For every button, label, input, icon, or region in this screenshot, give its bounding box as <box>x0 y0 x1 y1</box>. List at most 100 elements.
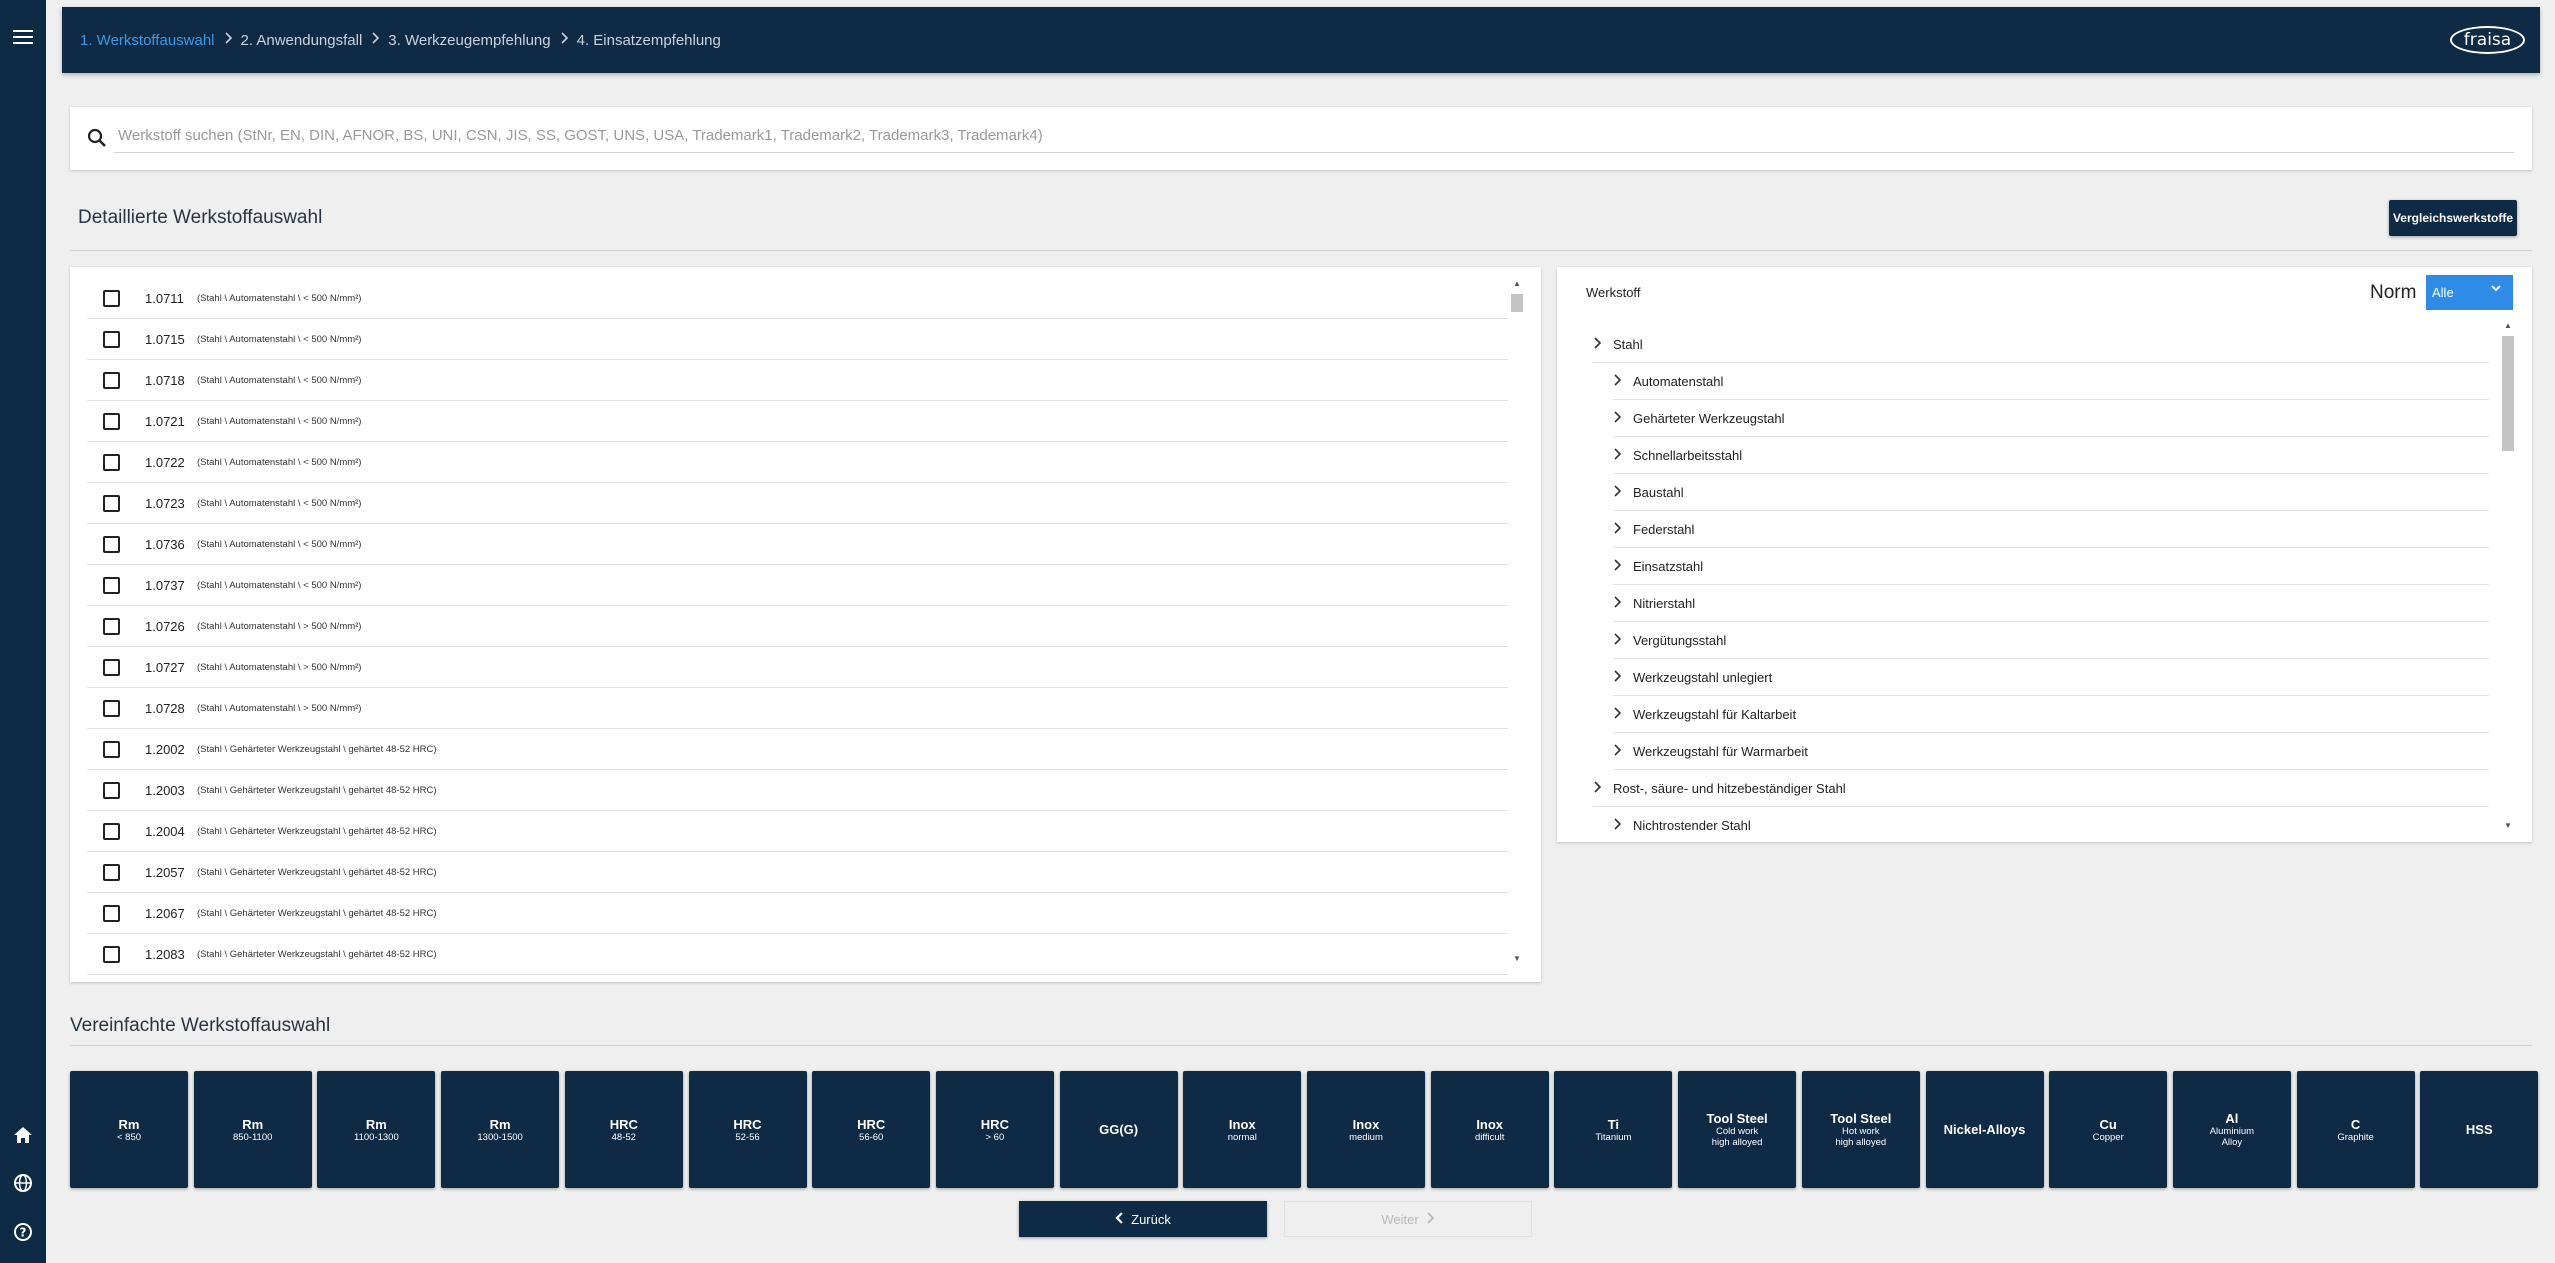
material-row[interactable]: 1.0715 (Stahl \ Automatenstahl \ < 500 N/… <box>87 319 1508 360</box>
material-row[interactable]: 1.0728 (Stahl \ Automatenstahl \ > 500 N/… <box>87 688 1508 729</box>
norm-select[interactable]: Alle <box>2426 275 2513 310</box>
material-tile[interactable]: Rm 1100-1300 <box>317 1071 436 1188</box>
material-row[interactable]: 1.0736 (Stahl \ Automatenstahl \ < 500 N/… <box>87 524 1508 565</box>
material-checkbox[interactable] <box>103 945 120 963</box>
material-row[interactable]: 1.2004 (Stahl \ Gehärteter Werkzeugstahl … <box>87 811 1508 852</box>
scroll-down-icon[interactable]: ▼ <box>2504 821 2512 830</box>
material-row[interactable]: 1.0721 (Stahl \ Automatenstahl \ < 500 N/… <box>87 401 1508 442</box>
material-checkbox[interactable] <box>103 453 120 471</box>
tree-item[interactable]: Nichtrostender Stahl <box>1613 807 2489 842</box>
material-tile[interactable]: GG(G) <box>1059 1071 1178 1188</box>
tree-item-label: Baustahl <box>1633 484 1684 500</box>
material-row[interactable]: 1.0723 (Stahl \ Automatenstahl \ < 500 N/… <box>87 483 1508 524</box>
material-checkbox[interactable] <box>103 289 120 307</box>
material-checkbox[interactable] <box>103 904 120 922</box>
tree-item[interactable]: Automatenstahl <box>1613 363 2489 400</box>
breadcrumb-step-2[interactable]: 2. Anwendungsfall <box>241 32 363 49</box>
material-row[interactable]: 1.0727 (Stahl \ Automatenstahl \ > 500 N/… <box>87 647 1508 688</box>
material-tile[interactable]: Ti Titanium <box>1554 1071 1673 1188</box>
scroll-thumb[interactable] <box>1511 294 1523 312</box>
material-row[interactable]: 1.2003 (Stahl \ Gehärteter Werkzeugstahl … <box>87 770 1508 811</box>
material-checkbox[interactable] <box>103 412 120 430</box>
material-row[interactable]: 1.2002 (Stahl \ Gehärteter Werkzeugstahl … <box>87 729 1508 770</box>
material-path: (Stahl \ Gehärteter Werkzeugstahl \ gehä… <box>197 743 437 755</box>
breadcrumb-step-3[interactable]: 3. Werkzeugempfehlung <box>388 32 550 49</box>
tile-subtitle: 52-56 <box>735 1131 760 1143</box>
tree-item[interactable]: Werkzeugstahl unlegiert <box>1613 659 2489 696</box>
help-icon[interactable]: ? <box>8 1217 38 1247</box>
material-checkbox[interactable] <box>103 535 120 553</box>
tree-item[interactable]: Baustahl <box>1613 474 2489 511</box>
material-tile[interactable]: Rm 1300-1500 <box>441 1071 560 1188</box>
material-checkbox[interactable] <box>103 494 120 512</box>
tree-item[interactable]: Werkzeugstahl für Kaltarbeit <box>1613 696 2489 733</box>
material-row[interactable]: 1.0718 (Stahl \ Automatenstahl \ < 500 N/… <box>87 360 1508 401</box>
material-tile[interactable]: Tool Steel Hot work high alloyed <box>1801 1071 1920 1188</box>
material-tile[interactable]: HSS <box>2420 1071 2539 1188</box>
breadcrumb-step-4[interactable]: 4. Einsatzempfehlung <box>577 32 721 49</box>
material-tile[interactable]: Inox difficult <box>1430 1071 1549 1188</box>
tree-item[interactable]: Rost-, säure- und hitzebeständiger Stahl <box>1593 770 2489 807</box>
back-button[interactable]: Zurück <box>1019 1201 1267 1237</box>
material-tile[interactable]: HRC 52-56 <box>688 1071 807 1188</box>
material-tile[interactable]: Tool Steel Cold work high alloyed <box>1678 1071 1797 1188</box>
material-row[interactable]: 1.2057 (Stahl \ Gehärteter Werkzeugstahl … <box>87 852 1508 893</box>
material-row[interactable]: 1.0737 (Stahl \ Automatenstahl \ < 500 N/… <box>87 565 1508 606</box>
material-checkbox[interactable] <box>103 822 120 840</box>
material-row[interactable]: 1.2067 (Stahl \ Gehärteter Werkzeugstahl … <box>87 893 1508 934</box>
chevron-right-icon <box>1613 706 1633 722</box>
tree-scrollbar[interactable]: ▲ ▼ <box>2502 321 2514 831</box>
scroll-down-icon[interactable]: ▼ <box>1513 954 1521 963</box>
material-tile[interactable]: Nickel-Alloys <box>1925 1071 2044 1188</box>
material-row[interactable]: 1.2083 (Stahl \ Gehärteter Werkzeugstahl … <box>87 934 1508 975</box>
home-icon[interactable] <box>8 1120 38 1150</box>
material-checkbox[interactable] <box>103 576 120 594</box>
material-number: 1.2002 <box>145 741 185 757</box>
tree-item[interactable]: Federstahl <box>1613 511 2489 548</box>
tree-item[interactable]: Vergütungsstahl <box>1613 622 2489 659</box>
next-button[interactable]: Weiter <box>1284 1201 1532 1237</box>
material-tile[interactable]: Rm 850-1100 <box>193 1071 312 1188</box>
material-tile[interactable]: Cu Copper <box>2049 1071 2168 1188</box>
material-checkbox[interactable] <box>103 740 120 758</box>
tree-item[interactable]: Gehärteter Werkzeugstahl <box>1613 400 2489 437</box>
material-tile[interactable]: HRC > 60 <box>935 1071 1054 1188</box>
breadcrumb-step-1[interactable]: 1. Werkstoffauswahl <box>80 32 215 49</box>
tree-item[interactable]: Einsatzstahl <box>1613 548 2489 585</box>
search-input[interactable] <box>114 119 2514 153</box>
material-tile[interactable]: Inox normal <box>1183 1071 1302 1188</box>
material-checkbox[interactable] <box>103 781 120 799</box>
material-tile[interactable]: C Graphite <box>2296 1071 2415 1188</box>
scroll-thumb[interactable] <box>2502 336 2514 451</box>
material-tile[interactable]: HRC 48-52 <box>564 1071 683 1188</box>
tree-item[interactable]: Nitrierstahl <box>1613 585 2489 622</box>
material-row[interactable]: 1.0722 (Stahl \ Automatenstahl \ < 500 N/… <box>87 442 1508 483</box>
material-tile[interactable]: Rm < 850 <box>70 1071 188 1188</box>
tree-item[interactable]: Stahl <box>1593 326 2489 363</box>
material-checkbox[interactable] <box>103 699 120 717</box>
material-checkbox[interactable] <box>103 330 120 348</box>
material-checkbox[interactable] <box>103 617 120 635</box>
globe-icon[interactable] <box>8 1168 38 1198</box>
scroll-up-icon[interactable]: ▲ <box>1513 279 1521 288</box>
material-checkbox[interactable] <box>103 658 120 676</box>
material-checkbox[interactable] <box>103 863 120 881</box>
compare-materials-button[interactable]: Vergleichswerkstoffe <box>2389 200 2517 236</box>
scroll-up-icon[interactable]: ▲ <box>2504 321 2512 330</box>
tree-item-label: Werkzeugstahl unlegiert <box>1633 669 1773 685</box>
breadcrumb: 1. Werkstoffauswahl 2. Anwendungsfall 3. W… <box>80 7 721 73</box>
tile-subtitle: normal <box>1227 1131 1257 1143</box>
material-tile[interactable]: Inox medium <box>1307 1071 1425 1188</box>
material-tile[interactable]: HRC 56-60 <box>812 1071 931 1188</box>
material-checkbox[interactable] <box>103 371 120 389</box>
material-row[interactable]: 1.0726 (Stahl \ Automatenstahl \ > 500 N/… <box>87 606 1508 647</box>
material-row[interactable]: 1.0711 (Stahl \ Automatenstahl \ < 500 N/… <box>87 278 1508 319</box>
tree-item-label: Nichtrostender Stahl <box>1633 817 1751 833</box>
list-scrollbar[interactable]: ▲ ▼ <box>1511 279 1523 964</box>
tree-item[interactable]: Werkzeugstahl für Warmarbeit <box>1613 733 2489 770</box>
tree-item[interactable]: Schnellarbeitsstahl <box>1613 437 2489 474</box>
tree-item-label: Nitrierstahl <box>1633 595 1696 611</box>
menu-icon[interactable] <box>8 22 38 52</box>
material-path: (Stahl \ Automatenstahl \ < 500 N/mm²) <box>197 497 362 509</box>
material-tile[interactable]: Al Aluminium Alloy <box>2172 1071 2291 1188</box>
